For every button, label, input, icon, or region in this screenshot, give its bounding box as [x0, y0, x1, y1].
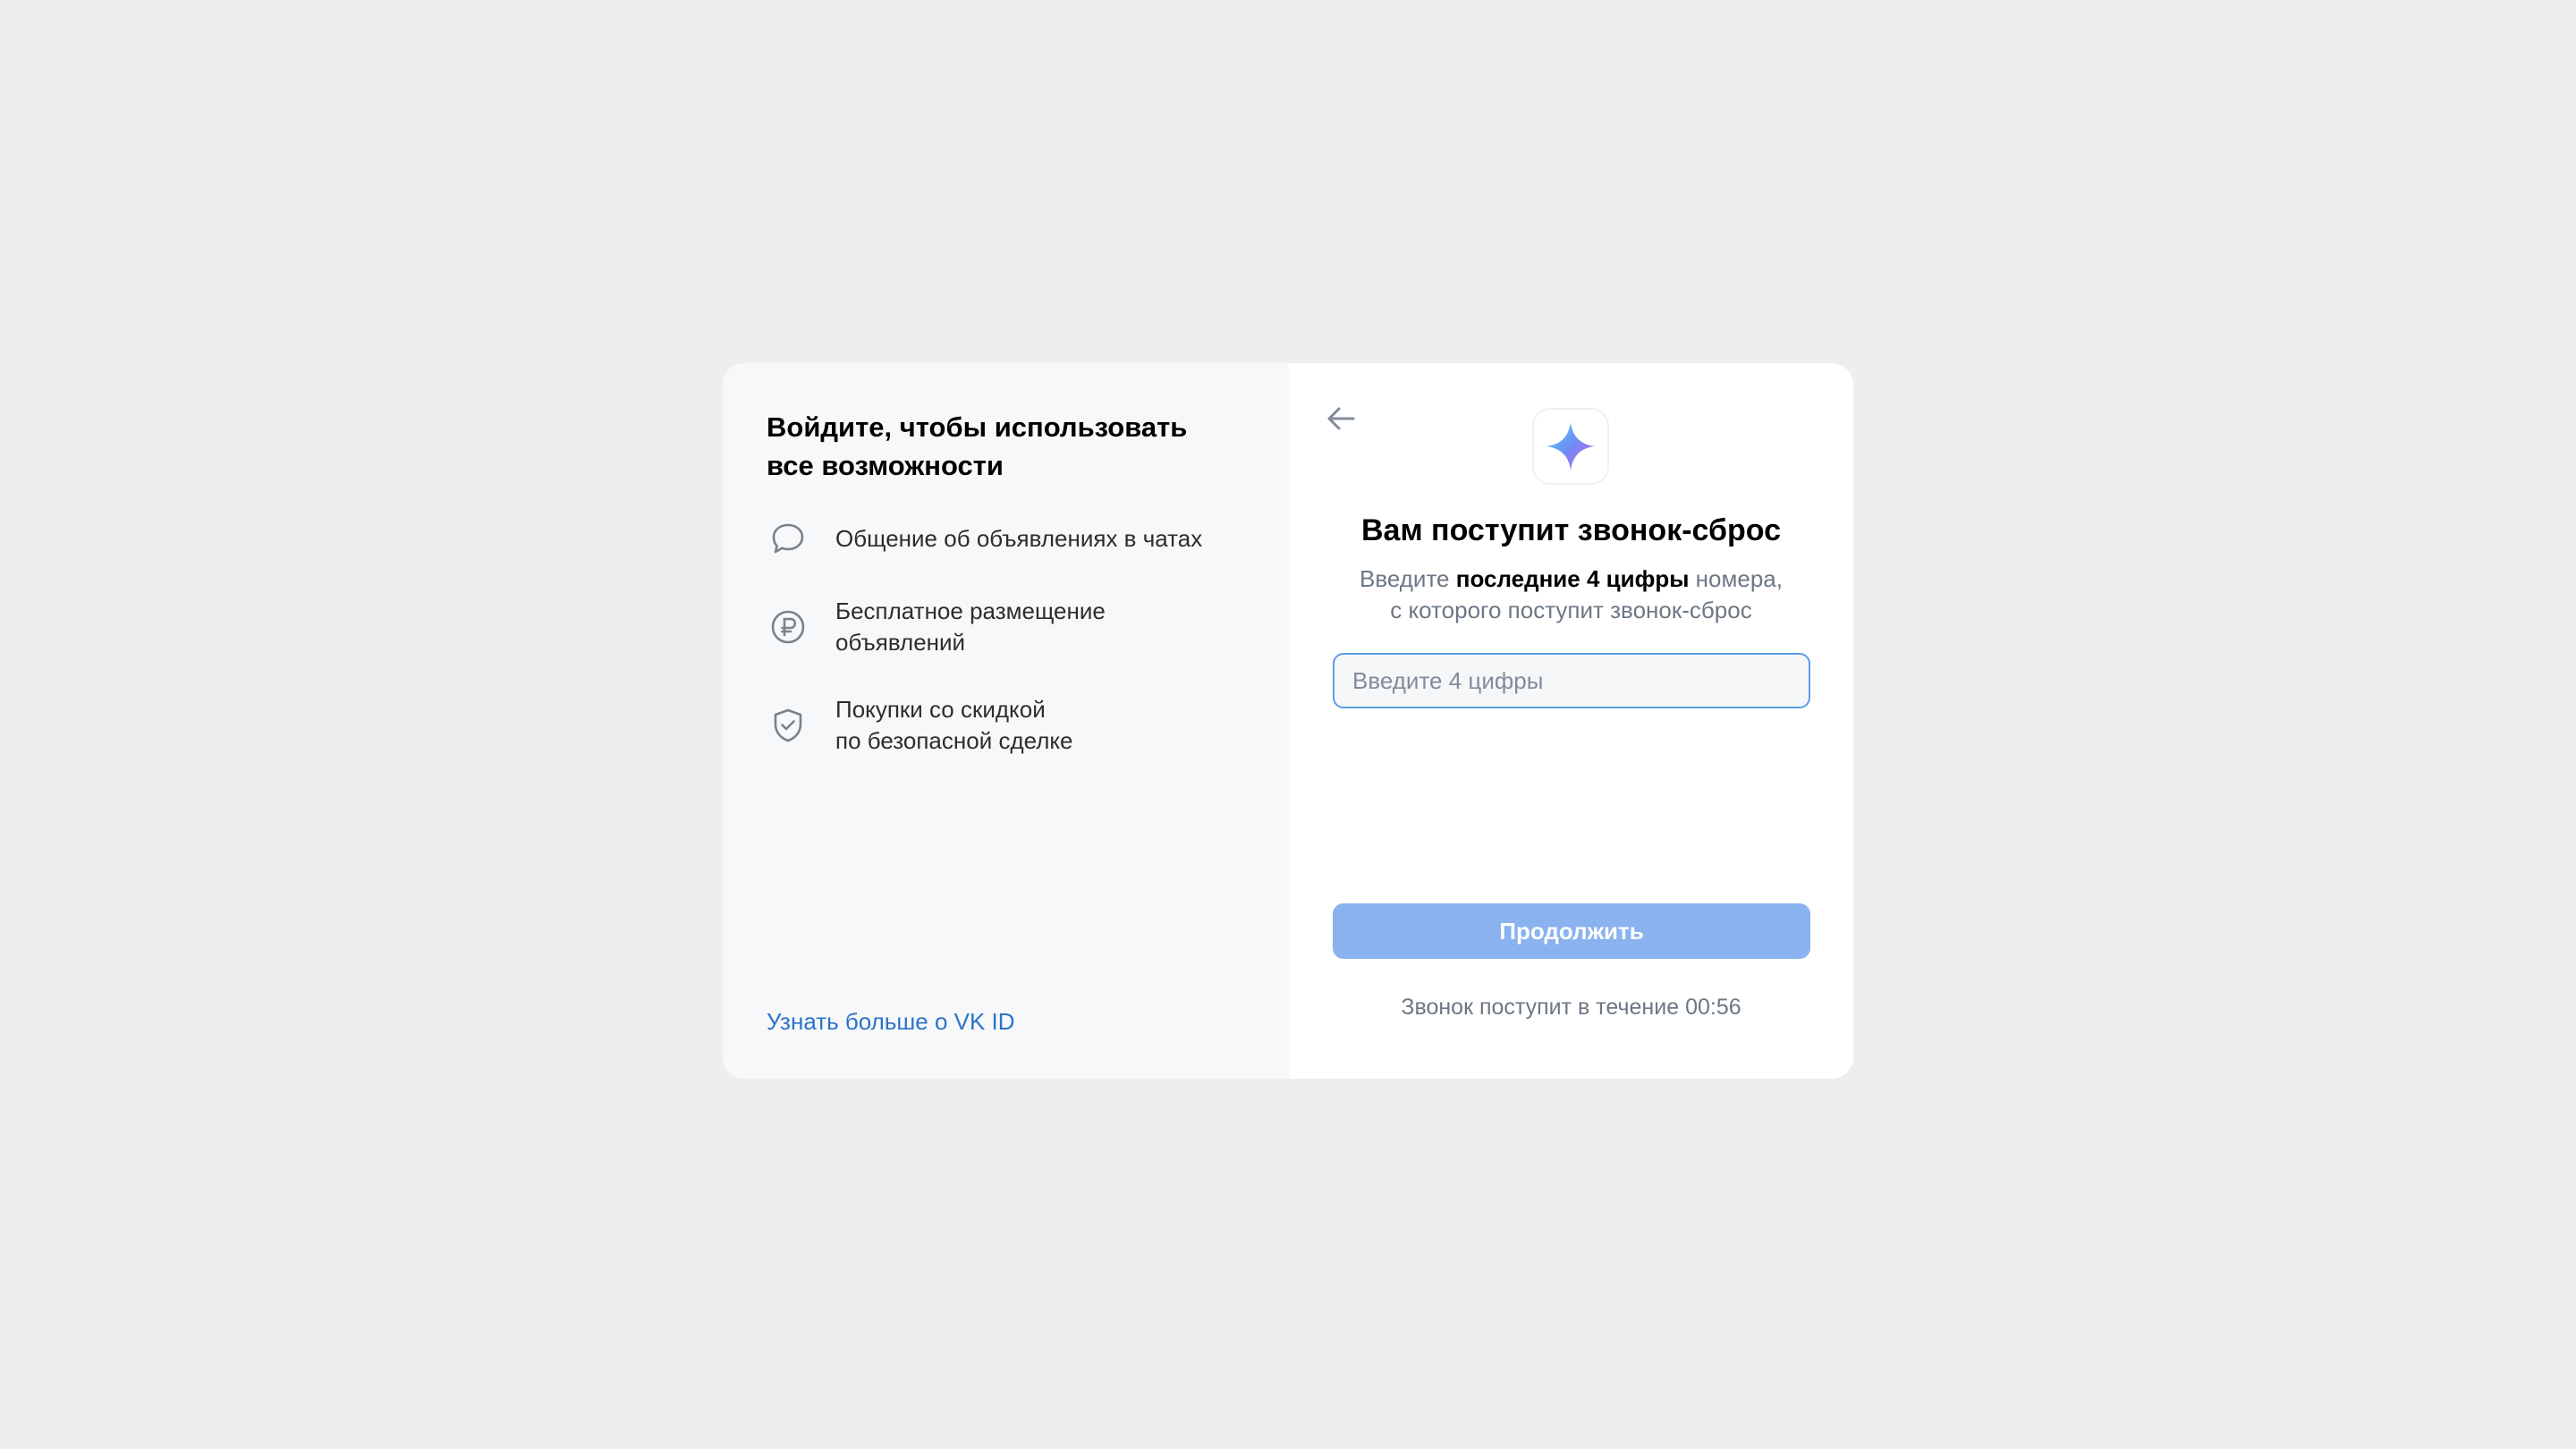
ruble-coin-icon	[767, 606, 809, 648]
benefit-text-free-listing: Бесплатное размещение объявлений	[835, 597, 1106, 656]
sparkle-star-icon	[1546, 422, 1595, 470]
benefits-list: Общение об объявлениях в чатах Бесплатно…	[767, 517, 1246, 757]
verification-subtitle: Введите последние 4 цифры номера, с кото…	[1289, 564, 1853, 626]
chat-bubble-icon	[767, 517, 809, 560]
benefit-item-safe-deal: Покупки со скидкой по безопасной сделке	[767, 694, 1246, 757]
benefits-panel: Войдите, чтобы использовать все возможно…	[723, 363, 1289, 1079]
verification-panel: Вам поступит звонок-сброс Введите послед…	[1289, 363, 1853, 1079]
benefit-text-safe-deal: Покупки со скидкой по безопасной сделке	[835, 696, 1073, 754]
continue-button[interactable]: Продолжить	[1333, 903, 1810, 959]
benefits-title: Войдите, чтобы использовать все возможно…	[767, 411, 1188, 481]
back-button[interactable]	[1321, 399, 1360, 438]
login-modal: Войдите, чтобы использовать все возможно…	[723, 363, 1853, 1079]
subtitle-prefix: Введите	[1360, 565, 1456, 592]
arrow-left-icon	[1327, 407, 1355, 430]
app-logo	[1532, 408, 1609, 485]
subtitle-suffix: номера,	[1689, 565, 1783, 592]
timer-label: Звонок поступит в течение	[1401, 995, 1680, 1020]
benefit-text-chats: Общение об объявлениях в чатах	[835, 524, 1203, 552]
benefit-item-chats: Общение об объявлениях в чатах	[767, 517, 1246, 560]
subtitle-line2: с которого поступит звонок-сброс	[1390, 597, 1752, 623]
learn-more-vkid-link[interactable]: Узнать больше о VK ID	[767, 1008, 1015, 1036]
subtitle-bold: последние 4 цифры	[1455, 565, 1690, 592]
code-input[interactable]	[1333, 653, 1810, 708]
timer-value: 00:56	[1685, 995, 1741, 1020]
verification-title: Вам поступит звонок-сброс	[1361, 513, 1781, 547]
benefit-item-free-listing: Бесплатное размещение объявлений	[767, 596, 1246, 658]
shield-check-icon	[767, 704, 809, 747]
call-timer: Звонок поступит в течение 00:56	[1289, 995, 1853, 1021]
